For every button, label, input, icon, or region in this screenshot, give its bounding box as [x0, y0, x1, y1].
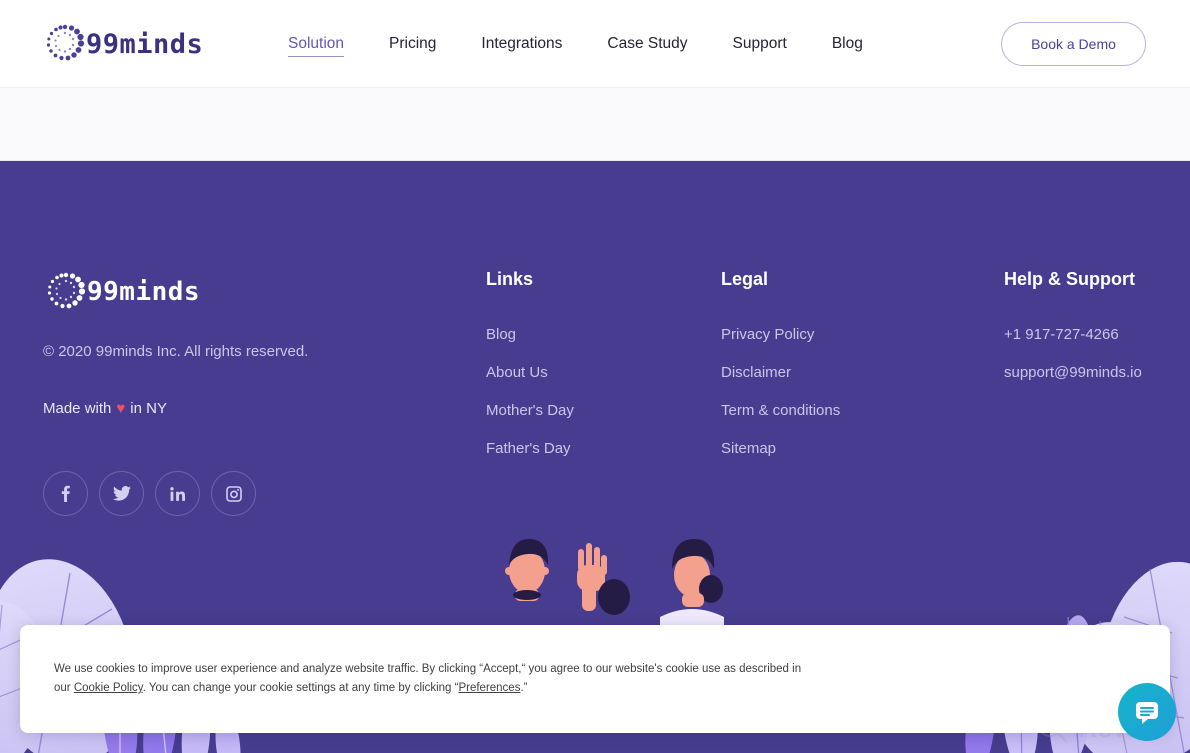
footer-link-sitemap[interactable]: Sitemap: [721, 440, 840, 457]
main-navigation: Solution Pricing Integrations Case Study…: [288, 0, 863, 87]
made-with-prefix: Made with: [43, 400, 112, 417]
social-links: [43, 471, 256, 516]
dotted-circle-icon: [42, 22, 88, 66]
footer-column-help-title: Help & Support: [1004, 269, 1135, 289]
footer-column-legal: Legal Privacy Policy Disclaimer Term & c…: [721, 269, 840, 478]
chat-widget-button[interactable]: [1118, 683, 1176, 741]
copyright-text: © 2020 99minds Inc. All rights reserved.: [43, 343, 309, 360]
linkedin-icon[interactable]: [155, 471, 200, 516]
footer-column-help-support: Help & Support +1 917-727-4266 support@9…: [1004, 269, 1142, 402]
footer-link-privacy-policy[interactable]: Privacy Policy: [721, 326, 840, 343]
nav-item-support[interactable]: Support: [733, 31, 787, 57]
made-with-suffix: in NY: [130, 400, 167, 417]
nav-item-pricing[interactable]: Pricing: [389, 31, 436, 57]
made-with-love-text: Made with ♥ in NY: [43, 400, 167, 417]
preferences-link[interactable]: Preferences: [458, 682, 520, 694]
footer-link-fathers-day[interactable]: Father's Day: [486, 440, 574, 457]
cookie-banner-text: We use cookies to improve user experienc…: [54, 660, 814, 698]
footer-column-links: Links Blog About Us Mother's Day Father'…: [486, 269, 574, 478]
site-header: 99minds Solution Pricing Integrations Ca…: [0, 0, 1190, 87]
footer-column-links-title: Links: [486, 269, 534, 289]
nav-item-integrations[interactable]: Integrations: [481, 31, 562, 57]
instagram-icon[interactable]: [211, 471, 256, 516]
cookie-text-part3: .”: [520, 682, 528, 694]
content-spacer-band: [0, 87, 1190, 161]
book-a-demo-button[interactable]: Book a Demo: [1001, 22, 1146, 66]
footer-support-email[interactable]: support@99minds.io: [1004, 364, 1142, 381]
nav-item-case-study[interactable]: Case Study: [607, 31, 687, 57]
footer-link-mothers-day[interactable]: Mother's Day: [486, 402, 574, 419]
header-logo-text: 99minds: [86, 28, 204, 60]
nav-item-solution[interactable]: Solution: [288, 31, 345, 57]
chat-bubble-icon: [1136, 702, 1158, 724]
footer-link-blog[interactable]: Blog: [486, 326, 574, 343]
cookie-policy-link[interactable]: Cookie Policy: [74, 682, 143, 694]
facebook-icon[interactable]: [43, 471, 88, 516]
header-logo[interactable]: 99minds: [42, 22, 203, 66]
footer-logo[interactable]: 99minds: [43, 270, 200, 314]
cookie-text-part2: . You can change your cookie settings at…: [142, 682, 459, 694]
twitter-icon[interactable]: [99, 471, 144, 516]
cookie-consent-banner: We use cookies to improve user experienc…: [20, 625, 1170, 733]
nav-item-blog[interactable]: Blog: [832, 31, 863, 57]
heart-icon: ♥: [116, 400, 126, 417]
footer-link-disclaimer[interactable]: Disclaimer: [721, 364, 840, 381]
footer-link-terms-conditions[interactable]: Term & conditions: [721, 402, 840, 419]
footer-dotted-circle-icon: [43, 270, 89, 314]
page-root: 99minds Solution Pricing Integrations Ca…: [0, 0, 1190, 753]
footer-phone-number[interactable]: +1 917-727-4266: [1004, 326, 1142, 343]
footer-link-about-us[interactable]: About Us: [486, 364, 574, 381]
footer-column-legal-title: Legal: [721, 269, 769, 289]
footer-logo-text: 99minds: [87, 277, 201, 307]
